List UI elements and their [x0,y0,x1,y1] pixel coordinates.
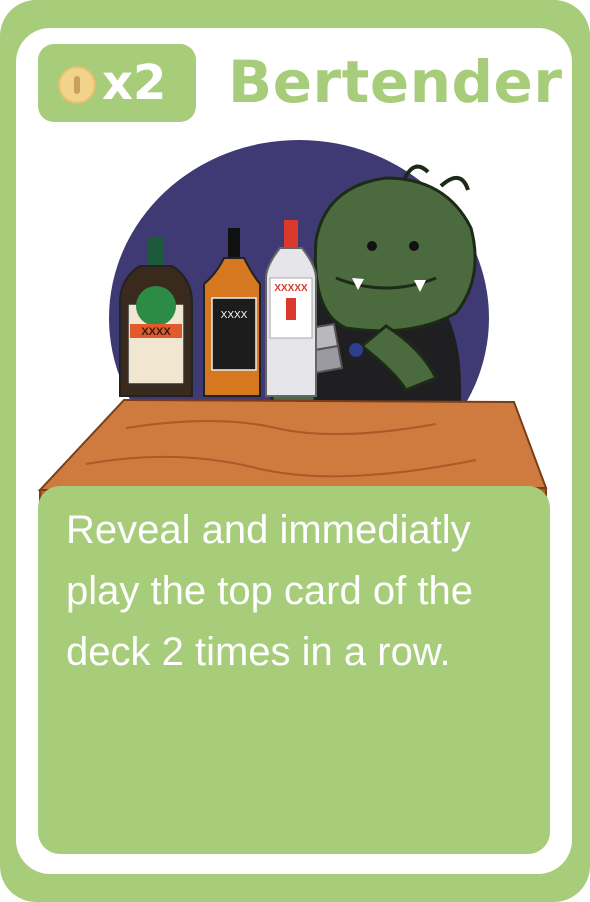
card-description: Reveal and immediatly play the top card … [66,508,473,674]
cost-multiplier: x2 [102,55,167,111]
coin-icon [58,66,96,104]
bow-tie [349,343,363,357]
description-panel: Reveal and immediatly play the top card … [38,486,550,854]
coin-mark [74,76,80,94]
monster-eye [409,241,419,251]
bottle-label: XXXX [221,310,248,321]
game-card[interactable]: x2 Bertender XXXX XXXX XXXXX Reveal and … [0,0,590,902]
bottle-label: XXXX [141,326,171,338]
monster-eye [367,241,377,251]
card-inner: x2 Bertender XXXX XXXX XXXXX Reveal and … [16,28,572,874]
card-title: Bertender [228,48,563,116]
cost-badge: x2 [38,44,196,122]
bottle-label: XXXXX [274,283,308,294]
card-illustration: XXXX XXXX XXXXX [37,140,548,521]
